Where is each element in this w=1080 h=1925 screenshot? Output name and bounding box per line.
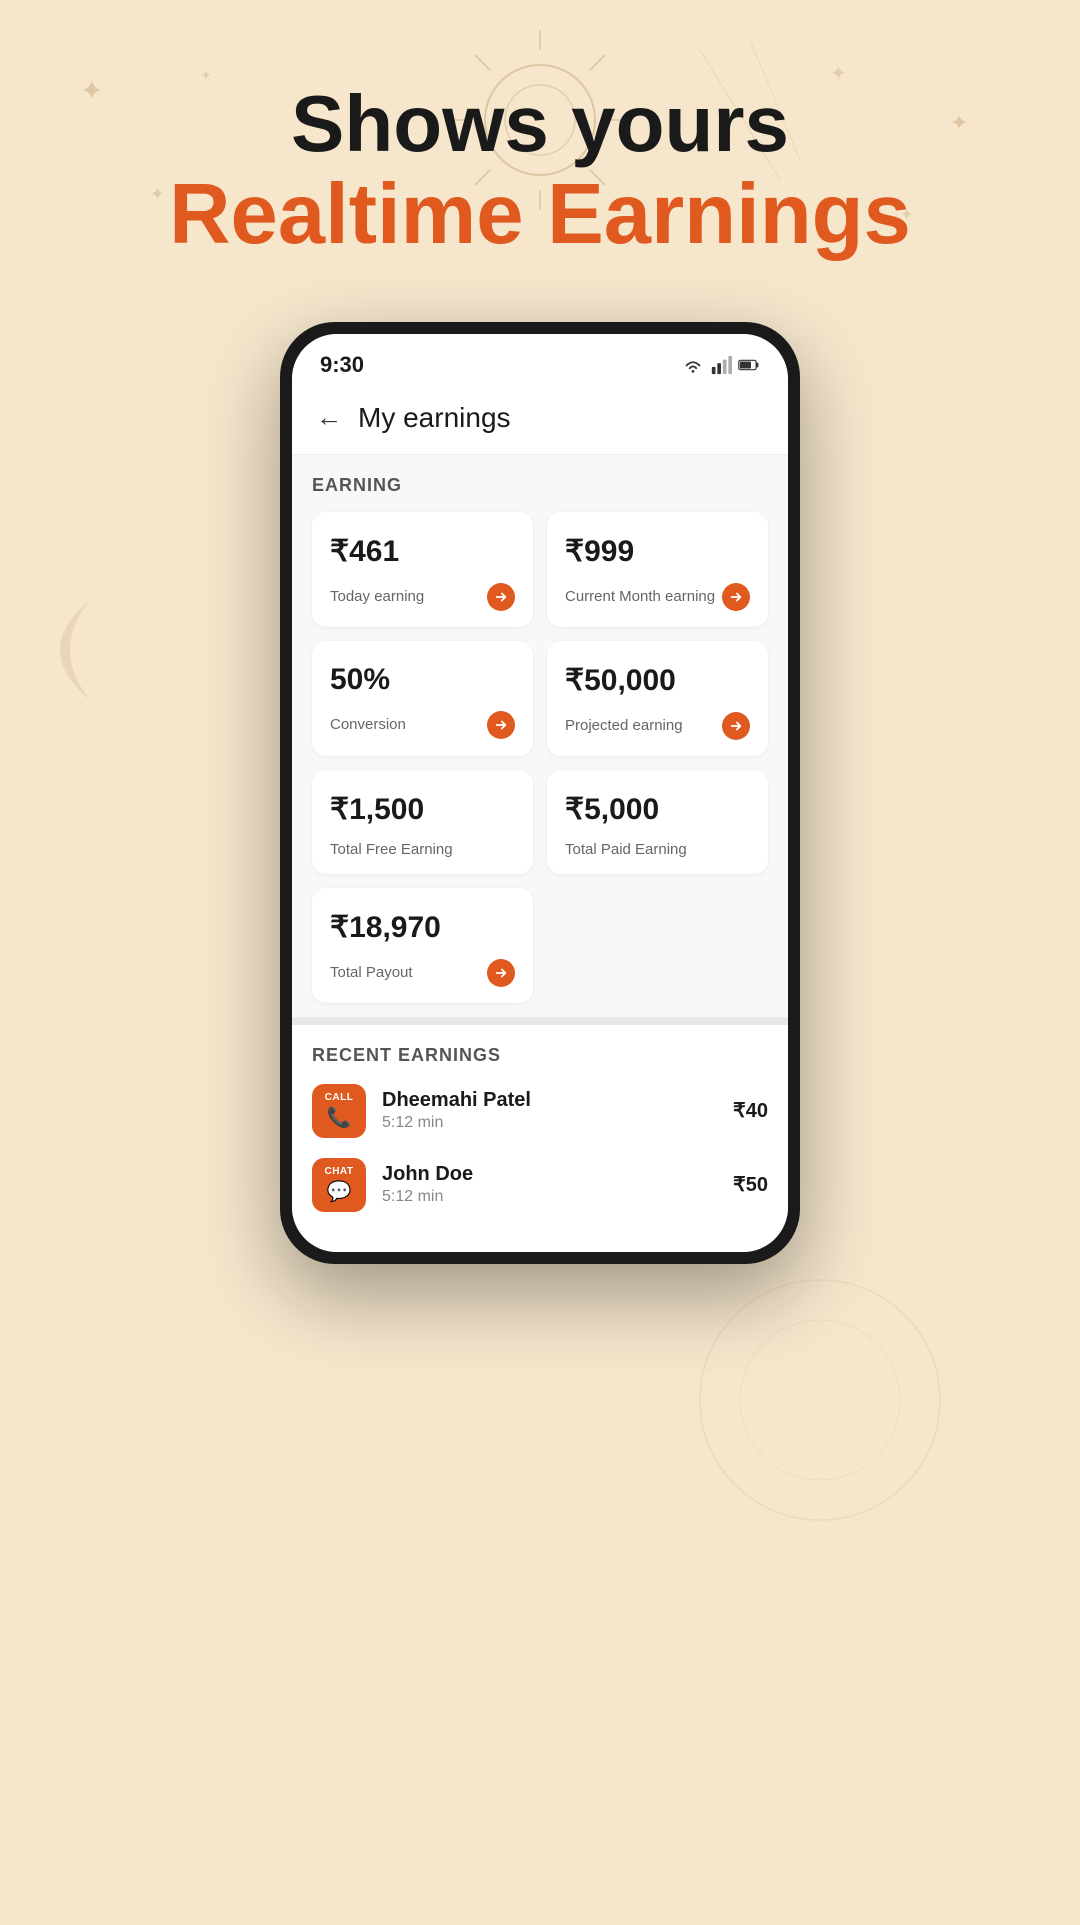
- call-icon-badge: CALL 📞: [312, 1084, 366, 1138]
- projected-earning-card[interactable]: ₹50,000 Projected earning: [547, 641, 768, 756]
- total-paid-earning-value: ₹5,000: [565, 792, 750, 827]
- total-paid-label: Total Paid Earning: [565, 841, 687, 858]
- earning-info-2: John Doe 5:12 min: [382, 1163, 733, 1206]
- earning-cards-grid: ₹461 Today earning ₹999: [312, 512, 768, 874]
- total-paid-label-row: Total Paid Earning: [565, 841, 750, 858]
- today-earning-arrow[interactable]: [487, 583, 515, 611]
- status-icons: [682, 354, 760, 376]
- total-free-earning-card[interactable]: ₹1,500 Total Free Earning: [312, 770, 533, 874]
- call-tag: CALL: [325, 1092, 354, 1103]
- current-month-arrow[interactable]: [722, 583, 750, 611]
- conversion-value: 50%: [330, 663, 515, 697]
- app-content: EARNING ₹461 Today earning: [292, 455, 788, 1252]
- earning-amount-2: ₹50: [733, 1172, 768, 1197]
- conversion-label-row: Conversion: [330, 711, 515, 739]
- phone-screen: 9:30: [292, 334, 788, 1252]
- chat-tag: CHAT: [324, 1166, 353, 1177]
- phone-icon: 📞: [327, 1105, 352, 1130]
- recent-earnings-section: RECENT EARNINGS CALL 📞 Dheemahi Patel 5:…: [292, 1017, 788, 1252]
- recent-earning-item-1[interactable]: CALL 📞 Dheemahi Patel 5:12 min ₹40: [312, 1084, 768, 1138]
- earning-section-label: EARNING: [312, 475, 768, 496]
- total-payout-label: Total Payout: [330, 964, 413, 981]
- signal-icon: [710, 354, 732, 376]
- arrow-right-icon: [729, 590, 743, 604]
- earning-info-1: Dheemahi Patel 5:12 min: [382, 1089, 733, 1132]
- earning-amount-1: ₹40: [733, 1098, 768, 1123]
- earning-name-2: John Doe: [382, 1163, 733, 1186]
- today-earning-label-row: Today earning: [330, 583, 515, 611]
- status-time: 9:30: [320, 352, 364, 378]
- total-payout-label-row: Total Payout: [330, 959, 515, 987]
- current-month-label: Current Month earning: [565, 588, 715, 605]
- arrow-right-icon: [729, 719, 743, 733]
- today-earning-card[interactable]: ₹461 Today earning: [312, 512, 533, 627]
- battery-icon: [738, 354, 760, 376]
- promo-line2: Realtime Earnings: [0, 168, 1080, 262]
- conversion-label: Conversion: [330, 716, 406, 733]
- total-payout-arrow[interactable]: [487, 959, 515, 987]
- earning-name-1: Dheemahi Patel: [382, 1089, 733, 1112]
- projected-label: Projected earning: [565, 717, 683, 734]
- recent-earning-item-2[interactable]: CHAT 💬 John Doe 5:12 min ₹50: [312, 1158, 768, 1212]
- total-payout-card[interactable]: ₹18,970 Total Payout: [312, 888, 533, 1003]
- conversion-arrow[interactable]: [487, 711, 515, 739]
- page-title: My earnings: [358, 402, 511, 434]
- total-paid-earning-card[interactable]: ₹5,000 Total Paid Earning: [547, 770, 768, 874]
- chat-icon: 💬: [327, 1179, 352, 1204]
- back-button[interactable]: ←: [316, 402, 342, 433]
- total-payout-value: ₹18,970: [330, 910, 515, 945]
- earning-duration-2: 5:12 min: [382, 1188, 733, 1206]
- conversion-card[interactable]: 50% Conversion: [312, 641, 533, 756]
- recent-earnings-label: RECENT EARNINGS: [312, 1045, 768, 1066]
- today-earning-label: Today earning: [330, 588, 424, 605]
- phone-frame: 9:30: [280, 322, 800, 1264]
- app-header: ← My earnings: [292, 386, 788, 455]
- total-free-label-row: Total Free Earning: [330, 841, 515, 858]
- total-free-earning-value: ₹1,500: [330, 792, 515, 827]
- wifi-icon: [682, 354, 704, 376]
- phone-mockup: 9:30: [0, 322, 1080, 1264]
- chat-icon-badge: CHAT 💬: [312, 1158, 366, 1212]
- today-earning-value: ₹461: [330, 534, 515, 569]
- total-free-label: Total Free Earning: [330, 841, 453, 858]
- projected-label-row: Projected earning: [565, 712, 750, 740]
- promo-header: Shows yours Realtime Earnings: [0, 0, 1080, 302]
- status-bar: 9:30: [292, 334, 788, 386]
- current-month-earning-value: ₹999: [565, 534, 750, 569]
- promo-line1: Shows yours: [0, 80, 1080, 168]
- arrow-right-icon: [494, 590, 508, 604]
- arrow-right-icon: [494, 718, 508, 732]
- arrow-right-icon: [494, 966, 508, 980]
- projected-earning-value: ₹50,000: [565, 663, 750, 698]
- current-month-label-row: Current Month earning: [565, 583, 750, 611]
- current-month-earning-card[interactable]: ₹999 Current Month earning: [547, 512, 768, 627]
- projected-arrow[interactable]: [722, 712, 750, 740]
- earning-duration-1: 5:12 min: [382, 1114, 733, 1132]
